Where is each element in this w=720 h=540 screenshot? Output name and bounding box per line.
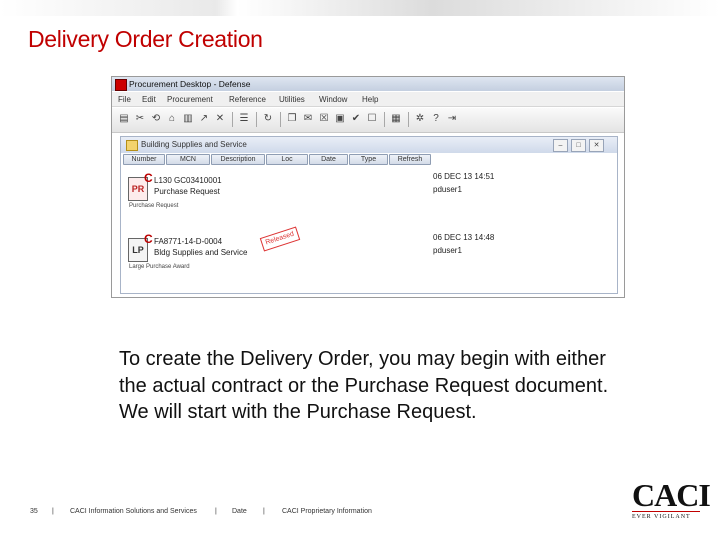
column-mcn[interactable]: MCN — [166, 154, 210, 165]
toolbar-separator — [256, 112, 257, 127]
trash-icon[interactable]: ⌂ — [166, 113, 178, 125]
inner-window-title: Building Supplies and Service — [141, 140, 247, 149]
top-decorative-bar — [0, 0, 720, 16]
logo-tagline: EVER VIGILANT — [632, 514, 691, 520]
row-description: Purchase Request — [154, 187, 220, 196]
arrow-icon[interactable]: ↗ — [198, 113, 210, 125]
cut-icon[interactable]: ✂ — [134, 113, 146, 125]
slide-title: Delivery Order Creation — [28, 26, 263, 52]
footer-separator: | — [52, 508, 54, 515]
tools-icon[interactable]: ✲ — [414, 113, 426, 125]
column-loc[interactable]: Loc — [266, 154, 308, 165]
menu-reference[interactable]: Reference — [229, 95, 266, 104]
help-icon[interactable]: ? — [430, 113, 442, 125]
footer-page-number: 35 — [30, 508, 38, 515]
footer-separator: | — [215, 508, 217, 515]
open-icon[interactable]: ☰ — [238, 113, 250, 125]
released-stamp: Released — [259, 226, 301, 252]
row-user: pduser1 — [433, 246, 462, 255]
folder-icon[interactable]: ▤ — [118, 113, 130, 125]
slide-caption: To create the Delivery Order, you may be… — [119, 348, 609, 423]
caci-logo: CACI EVER VIGILANT — [632, 477, 711, 520]
toolbar-separator — [280, 112, 281, 127]
row-date: 06 DEC 13 14:51 — [433, 172, 495, 181]
logo-word: CACI — [632, 477, 711, 513]
row-user: pduser1 — [433, 185, 462, 194]
folder-icon — [126, 140, 138, 151]
row-type: Large Purchase Award — [129, 264, 190, 270]
building-supplies-window: Building Supplies and Service – □ ✕ Numb… — [120, 136, 618, 294]
menu-edit[interactable]: Edit — [142, 95, 156, 104]
row-marker: C — [144, 171, 153, 185]
toolbar-separator — [384, 112, 385, 127]
toolbar-separator — [232, 112, 233, 127]
app-titlebar: Procurement Desktop - Defense — [112, 77, 624, 91]
row-number: FA8771-14-D-0004 — [154, 237, 223, 246]
workflow-icon[interactable]: ▣ — [334, 113, 346, 125]
column-date[interactable]: Date — [309, 154, 348, 165]
toolbar-separator — [408, 112, 409, 127]
approve-icon[interactable]: ☒ — [318, 113, 330, 125]
app-menubar: File Edit Procurement Reference Utilitie… — [112, 92, 624, 107]
menu-window[interactable]: Window — [319, 95, 347, 104]
app-toolbar: ▤ ✂ ⟲ ⌂ ▥ ↗ ✕ ☰ ↻ ❐ ✉ ☒ ▣ ✔ ☐ ▦ ✲ ? ⇥ — [112, 108, 624, 133]
column-number[interactable]: Number — [123, 154, 165, 165]
menu-file[interactable]: File — [118, 95, 131, 104]
menu-utilities[interactable]: Utilities — [279, 95, 305, 104]
refresh-icon[interactable]: ↻ — [262, 113, 274, 125]
column-type[interactable]: Type — [349, 154, 388, 165]
footer-proprietary: CACI Proprietary Information — [282, 508, 372, 515]
envelope-icon[interactable]: ✉ — [302, 113, 314, 125]
book-icon[interactable]: ▦ — [390, 113, 402, 125]
copy-icon[interactable]: ❐ — [286, 113, 298, 125]
document-icon[interactable]: ▥ — [182, 113, 194, 125]
app-icon — [115, 79, 127, 91]
footer-separator: | — [263, 508, 265, 515]
row-type: Purchase Request — [129, 203, 179, 209]
app-window-title: Procurement Desktop - Defense — [129, 79, 251, 89]
close-button[interactable]: ✕ — [589, 139, 604, 152]
row-description: Bldg Supplies and Service — [154, 248, 248, 257]
reject-icon[interactable]: ☐ — [366, 113, 378, 125]
app-screenshot: Procurement Desktop - Defense File Edit … — [111, 76, 625, 298]
minimize-button[interactable]: – — [553, 139, 568, 152]
row-marker: C — [144, 232, 153, 246]
scissors-icon[interactable]: ✕ — [214, 113, 226, 125]
check-icon[interactable]: ✔ — [350, 113, 362, 125]
menu-help[interactable]: Help — [362, 95, 378, 104]
column-refresh[interactable]: Refresh — [389, 154, 431, 165]
column-header-row: Number MCN Description Loc Date Type Ref… — [121, 154, 617, 165]
recycle-icon[interactable]: ⟲ — [150, 113, 162, 125]
inner-window-titlebar: Building Supplies and Service – □ ✕ — [121, 137, 617, 153]
document-row-purchase-request[interactable]: PR C L130 GC03410001 Purchase Request Pu… — [121, 171, 617, 227]
column-description[interactable]: Description — [211, 154, 265, 165]
footer-date: Date — [232, 508, 247, 515]
footer-company: CACI Information Solutions and Services — [70, 508, 197, 515]
menu-procurement[interactable]: Procurement — [167, 95, 213, 104]
row-date: 06 DEC 13 14:48 — [433, 233, 495, 242]
document-row-contract[interactable]: LP C FA8771-14-D-0004 Bldg Supplies and … — [121, 226, 617, 288]
maximize-button[interactable]: □ — [571, 139, 586, 152]
row-number: L130 GC03410001 — [154, 176, 222, 185]
exit-icon[interactable]: ⇥ — [446, 113, 458, 125]
